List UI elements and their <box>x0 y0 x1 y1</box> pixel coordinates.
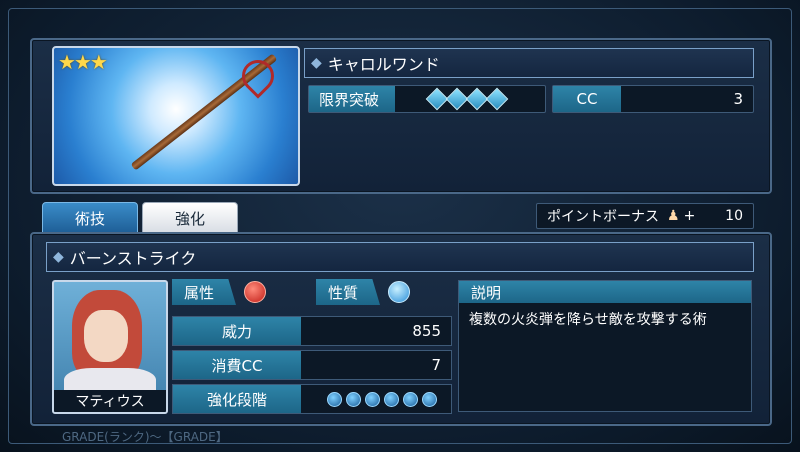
enhance-level-dot-icon <box>346 391 361 407</box>
enhance-level-dot-icon <box>327 391 342 407</box>
nature-header: 性質 <box>316 279 411 305</box>
point-bonus-value: 10 <box>725 208 743 224</box>
skill-name: バーンストライク <box>69 249 197 268</box>
nature-label: 性質 <box>316 279 381 305</box>
description-label: 説明 <box>459 281 751 303</box>
point-bonus-box: ポイントボーナス ♟ + 10 <box>536 203 754 229</box>
magic-nature-icon <box>388 281 411 303</box>
weapon-name-banner: ◆ キャロルワンド <box>304 48 754 78</box>
power-value: 855 <box>412 322 441 340</box>
enhance-dots <box>301 391 451 407</box>
tab-enhance[interactable]: 強化 <box>142 202 238 234</box>
description-box: 説明 複数の火炎弾を降らせ敵を攻撃する術 <box>458 280 752 412</box>
description-text: 複数の火炎弾を降らせ敵を攻撃する術 <box>469 312 707 328</box>
cc-box: CC 3 <box>552 85 754 113</box>
cost-row: 消費CC 7 <box>172 350 452 380</box>
power-row: 威力 855 <box>172 316 452 346</box>
footer-text: GRADE(ランク)～【GRADE】 <box>62 430 228 444</box>
cost-label: 消費CC <box>173 351 301 379</box>
chevron-left-icon: ◆ <box>53 249 64 265</box>
limit-break-label: 限界突破 <box>309 86 395 112</box>
rarity-stars: ★★★ <box>58 50 108 74</box>
power-label: 威力 <box>173 317 301 345</box>
fire-attribute-icon <box>244 281 267 303</box>
character-portrait: マティウス <box>52 280 168 414</box>
attribute-header: 属性 <box>172 279 267 305</box>
enhance-row: 強化段階 <box>172 384 452 414</box>
skill-name-banner: ◆ バーンストライク <box>46 242 754 272</box>
enhance-level-dot-icon <box>384 391 399 407</box>
limit-break-gem-icon <box>485 87 509 111</box>
tab-skill[interactable]: 術技 <box>42 202 138 234</box>
character-name: マティウス <box>54 390 166 412</box>
chevron-left-icon: ◆ <box>311 55 322 71</box>
enhance-level-dot-icon <box>422 391 437 407</box>
enhance-label: 強化段階 <box>173 385 301 413</box>
point-bonus-sign: + <box>683 208 696 224</box>
enhance-level-dot-icon <box>403 391 418 407</box>
weapon-name: キャロルワンド <box>327 55 440 74</box>
character-mini-icon: ♟ <box>667 208 680 224</box>
cc-label: CC <box>553 86 621 112</box>
cost-value: 7 <box>431 356 441 374</box>
limit-break-box: 限界突破 <box>308 85 546 113</box>
enhance-level-dot-icon <box>365 391 380 407</box>
point-bonus-label: ポイントボーナス <box>547 209 659 225</box>
attribute-label: 属性 <box>172 279 237 305</box>
limit-break-gems <box>425 87 509 111</box>
portrait-face <box>84 310 128 362</box>
cc-value: 3 <box>733 90 743 108</box>
weapon-image: ★★★ <box>52 46 300 186</box>
